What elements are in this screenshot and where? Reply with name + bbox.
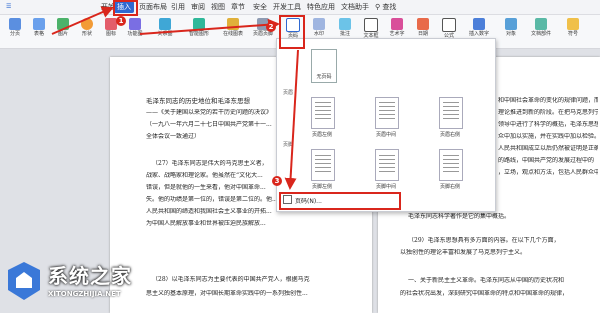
arrow-to-insert-tab xyxy=(51,6,114,35)
watermark-logo-icon xyxy=(8,262,40,300)
arrow-to-page-number xyxy=(139,18,280,35)
arrow-to-page-number-item xyxy=(284,49,299,190)
step-badge-3: 3 xyxy=(272,176,282,186)
step-badge-1: 1 xyxy=(116,16,126,26)
step-badge-2: 2 xyxy=(266,22,276,32)
site-watermark: 系统之家 XITONGZHIJIA.NET xyxy=(4,258,154,310)
watermark-url: XITONGZHIJIA.NET xyxy=(48,290,121,298)
watermark-title: 系统之家 xyxy=(48,264,132,288)
